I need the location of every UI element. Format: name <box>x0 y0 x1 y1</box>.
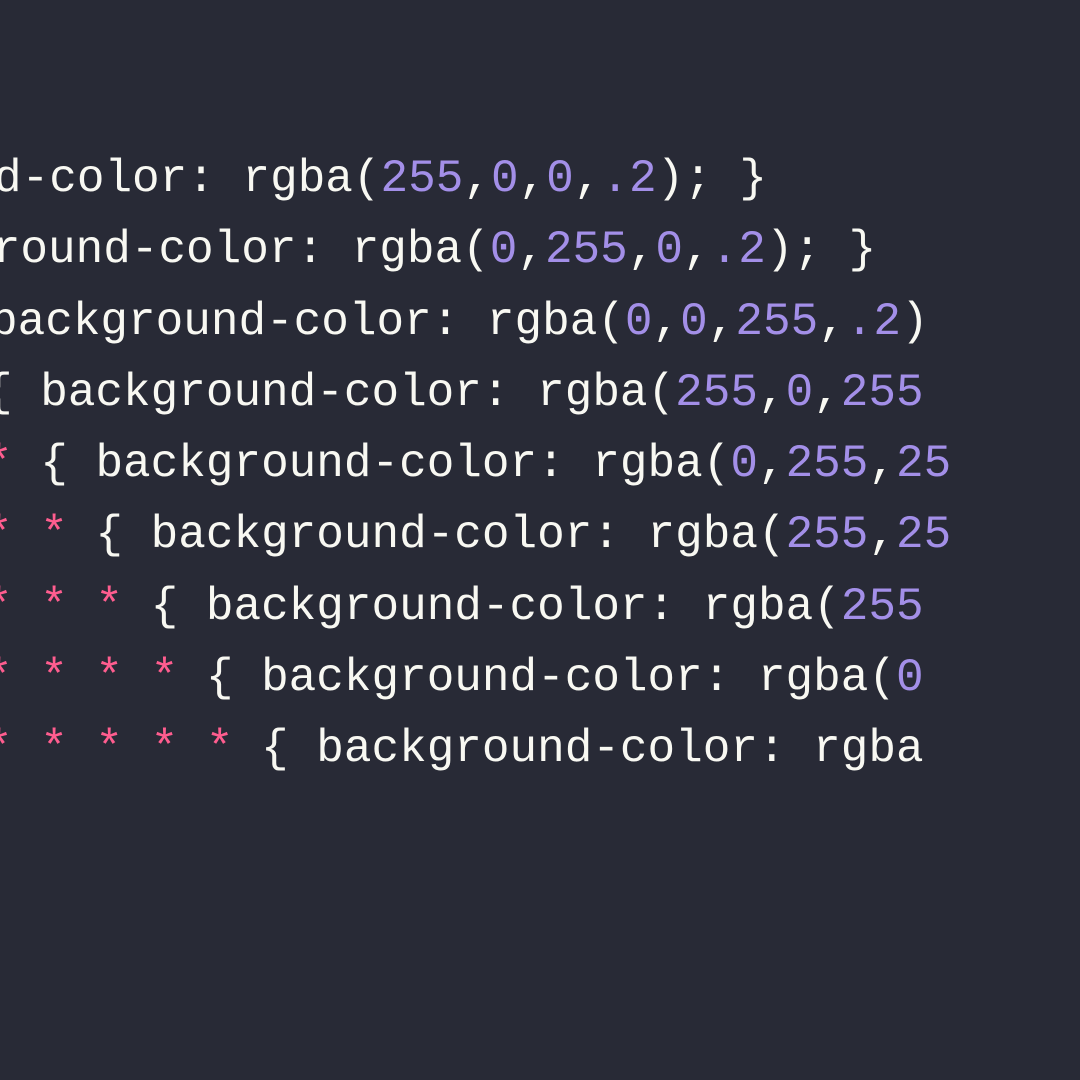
token-number: .2 <box>601 153 656 205</box>
token-punct: , <box>708 296 736 348</box>
token-punct: , <box>517 224 545 276</box>
token-selector: * * * * <box>0 652 178 704</box>
token-punct: , <box>758 367 786 419</box>
code-line[interactable]: { background-color: rgba(255,0,255 <box>0 358 1080 429</box>
code-line[interactable]: * { background-color: rgba(0,255,25 <box>0 429 1080 500</box>
token-property: background-color <box>40 367 482 419</box>
token-number: 255 <box>545 224 628 276</box>
token-punct: , <box>463 153 491 205</box>
token-punct: , <box>868 509 896 561</box>
token-number: 0 <box>490 224 518 276</box>
token-property: background-color <box>261 652 703 704</box>
token-number: 255 <box>381 153 464 205</box>
token-punct: { <box>233 723 316 775</box>
code-line[interactable]: * * { background-color: rgba(255,25 <box>0 500 1080 571</box>
token-number: 0 <box>491 153 519 205</box>
token-number: 255 <box>675 367 758 419</box>
token-punct: { <box>68 509 151 561</box>
token-selector: * <box>0 438 13 490</box>
token-number: 0 <box>655 224 683 276</box>
code-line[interactable]: ground-color: rgba(255,0,0,.2); } <box>0 144 1080 215</box>
token-punct: ( <box>648 367 676 419</box>
token-number: 255 <box>735 296 818 348</box>
token-number: 0 <box>546 153 574 205</box>
token-number: 0 <box>680 296 708 348</box>
token-punct: : <box>703 652 758 704</box>
token-func: rgba <box>352 224 462 276</box>
token-number: .2 <box>711 224 766 276</box>
token-punct: ( <box>758 509 786 561</box>
token-punct: { <box>123 581 206 633</box>
token-punct: ) <box>901 296 929 348</box>
code-editor[interactable]: ground-color: rgba(255,0,0,.2); }ckgroun… <box>0 0 1080 1080</box>
token-number: 255 <box>841 581 924 633</box>
token-selector: * * <box>0 509 68 561</box>
code-line[interactable]: * * * * * { background-color: rgba <box>0 714 1080 785</box>
token-punct: ( <box>462 224 490 276</box>
token-number: 25 <box>896 438 951 490</box>
token-punct: : <box>537 438 592 490</box>
token-punct: : <box>592 509 647 561</box>
token-punct: ( <box>813 581 841 633</box>
token-number: 25 <box>896 509 951 561</box>
token-punct: , <box>628 224 656 276</box>
token-selector: * * * <box>0 581 123 633</box>
token-func: rgba <box>537 367 647 419</box>
token-punct: , <box>653 296 681 348</box>
token-punct: ( <box>868 652 896 704</box>
token-punct: : <box>432 296 487 348</box>
token-number: 0 <box>896 652 924 704</box>
token-punct: ( <box>703 438 731 490</box>
code-line[interactable]: * * * { background-color: rgba(255 <box>0 572 1080 643</box>
token-punct: : <box>758 723 813 775</box>
token-func: rgba <box>648 509 758 561</box>
token-punct: , <box>519 153 547 205</box>
token-number: 255 <box>786 438 869 490</box>
code-line[interactable]: * * * * { background-color: rgba(0 <box>0 643 1080 714</box>
token-property: ground-color <box>0 153 187 205</box>
token-number: .2 <box>846 296 901 348</box>
token-punct: , <box>818 296 846 348</box>
token-punct: { <box>178 652 261 704</box>
token-punct: , <box>758 438 786 490</box>
token-property: background-color <box>0 296 432 348</box>
token-punct: ); } <box>766 224 876 276</box>
token-punct: : <box>648 581 703 633</box>
token-punct: ); } <box>657 153 767 205</box>
token-func: rgba <box>703 581 813 633</box>
token-punct: : <box>296 224 351 276</box>
token-punct: , <box>868 438 896 490</box>
token-punct: ( <box>597 296 625 348</box>
token-punct: , <box>574 153 602 205</box>
token-number: 0 <box>730 438 758 490</box>
code-line[interactable]: background-color: rgba(0,0,255,.2) <box>0 287 1080 358</box>
token-number: 255 <box>841 367 924 419</box>
token-func: rgba <box>242 153 352 205</box>
token-number: 255 <box>786 509 869 561</box>
token-property: ckground-color <box>0 224 296 276</box>
token-punct: , <box>683 224 711 276</box>
token-property: background-color <box>151 509 593 561</box>
token-punct: : <box>187 153 242 205</box>
token-punct: { <box>0 367 40 419</box>
token-property: background-color <box>95 438 537 490</box>
token-punct: : <box>482 367 537 419</box>
token-func: rgba <box>592 438 702 490</box>
token-selector: * * * * * <box>0 723 233 775</box>
token-punct: ( <box>353 153 381 205</box>
token-punct: , <box>813 367 841 419</box>
code-line[interactable]: ckground-color: rgba(0,255,0,.2); } <box>0 215 1080 286</box>
token-number: 0 <box>786 367 814 419</box>
token-number: 0 <box>625 296 653 348</box>
token-punct: { <box>13 438 96 490</box>
token-func: rgba <box>813 723 923 775</box>
token-property: background-color <box>316 723 758 775</box>
token-func: rgba <box>758 652 868 704</box>
token-property: background-color <box>206 581 648 633</box>
token-func: rgba <box>487 296 597 348</box>
